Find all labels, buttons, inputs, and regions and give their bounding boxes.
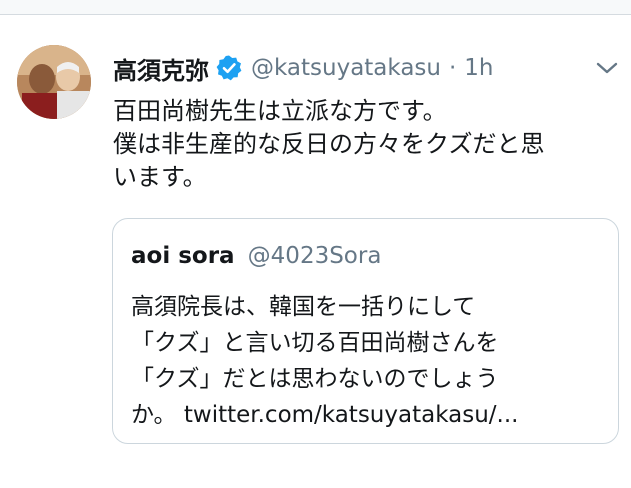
quoted-author-name: aoi sora xyxy=(131,243,235,269)
quoted-link[interactable]: twitter.com/katsuyatakasu/... xyxy=(184,402,519,428)
author-handle[interactable]: @katsuyatakasu xyxy=(251,55,441,81)
tweet-text-line: います。 xyxy=(113,163,207,191)
tweet[interactable]: 高須克弥 @katsuyatakasu · 1h 百田尚樹先生は立派な方です。 … xyxy=(0,15,631,488)
chevron-down-icon[interactable] xyxy=(594,58,620,78)
separator-dot: · xyxy=(448,55,457,81)
tweet-header: 高須克弥 @katsuyatakasu · 1h xyxy=(113,51,494,85)
author-name[interactable]: 高須克弥 xyxy=(113,51,209,86)
quoted-text-line: 高須院長は、韓国を一括りにして xyxy=(131,294,476,320)
quoted-text-fragment: か。 xyxy=(131,402,177,428)
tweet-text: 百田尚樹先生は立派な方です。 僕は非生産的な反日の方々をクズだと思 います。 xyxy=(113,95,618,194)
avatar-image xyxy=(17,45,91,119)
quoted-author-handle: @4023Sora xyxy=(247,243,382,269)
quoted-text-line: 「クズ」と言い切る百田尚樹さんを xyxy=(131,330,499,356)
tweet-timestamp[interactable]: 1h xyxy=(464,55,493,81)
quoted-text-last-line: か。 twitter.com/katsuyatakasu/... xyxy=(131,397,611,433)
top-divider xyxy=(0,0,631,15)
tweet-text-line: 僕は非生産的な反日の方々をクズだと思 xyxy=(113,130,545,158)
quoted-tweet-header: aoi sora @4023Sora xyxy=(131,243,381,269)
quoted-tweet-card[interactable]: aoi sora @4023Sora 高須院長は、韓国を一括りにして 「クズ」と… xyxy=(112,218,619,444)
verified-badge-icon xyxy=(215,54,243,82)
quoted-tweet-text: 高須院長は、韓国を一括りにして 「クズ」と言い切る百田尚樹さんを 「クズ」だとは… xyxy=(131,289,611,433)
tweet-text-line: 百田尚樹先生は立派な方です。 xyxy=(113,97,447,125)
quoted-text-line: 「クズ」だとは思わないのでしょう xyxy=(131,366,499,392)
avatar[interactable] xyxy=(17,45,91,119)
